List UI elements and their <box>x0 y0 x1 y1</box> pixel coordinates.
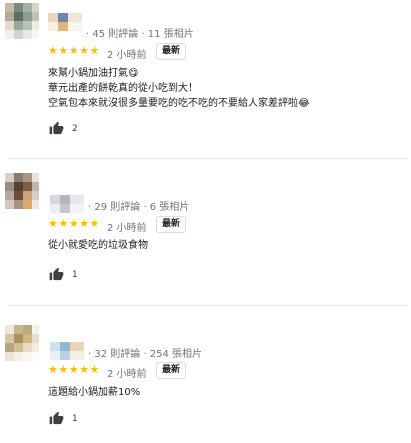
divider <box>8 158 408 159</box>
like-button[interactable]: 1 <box>49 267 78 282</box>
newest-badge: 最新 <box>156 43 187 60</box>
star-rating: ★★★★★ <box>48 44 100 57</box>
star-rating: ★★★★★ <box>48 217 100 230</box>
reviewer-stats: · 32 則評論 · 254 張相片 <box>88 349 203 360</box>
review-time: 2 小時前 <box>107 50 147 61</box>
thumbs-up-icon <box>49 121 64 135</box>
review-text-line: 空氣包本來就沒很多量要吃的吃不吃的不要給人家差評啦😂 <box>48 98 310 109</box>
review-text-line: 華元出產的餅乾真的從小吃到大！ <box>48 83 198 94</box>
review-time: 2 小時前 <box>107 223 147 234</box>
reviewer-name[interactable] <box>50 342 84 360</box>
like-button[interactable]: 2 <box>49 121 78 136</box>
thumbs-up-icon <box>49 267 64 281</box>
review-card: · 32 則評論 · 254 張相片 ★★★★★ 2 小時前 最新 這題給小鍋加… <box>0 307 411 443</box>
avatar[interactable] <box>5 3 39 39</box>
review-card: · 45 則評論 · 11 張相片 ★★★★★ 2 小時前 最新 來幫小鍋加油打… <box>0 0 411 155</box>
newest-badge: 最新 <box>156 216 187 233</box>
like-count: 1 <box>72 269 78 280</box>
thumbs-up-icon <box>49 411 64 425</box>
review-card: · 29 則評論 · 6 張相片 ★★★★★ 2 小時前 最新 從小就愛吃的垃圾… <box>0 160 411 300</box>
like-button[interactable]: 1 <box>49 411 78 426</box>
reviewer-name[interactable] <box>48 13 82 31</box>
reviewer-stats: · 45 則評論 · 11 張相片 <box>86 29 194 40</box>
divider <box>8 305 408 306</box>
avatar[interactable] <box>5 173 39 209</box>
review-time: 2 小時前 <box>107 369 147 380</box>
review-text-line: 這題給小鍋加薪10% <box>48 387 141 398</box>
review-text-line: 來幫小鍋加油打氣😋 <box>48 68 139 79</box>
reviewer-name[interactable] <box>50 195 84 213</box>
avatar[interactable] <box>5 325 39 361</box>
star-rating: ★★★★★ <box>48 363 100 376</box>
like-count: 1 <box>72 413 78 424</box>
review-text-line: 從小就愛吃的垃圾食物 <box>48 240 148 251</box>
newest-badge: 最新 <box>156 362 187 379</box>
like-count: 2 <box>72 123 78 134</box>
reviewer-stats: · 29 則評論 · 6 張相片 <box>88 202 190 213</box>
